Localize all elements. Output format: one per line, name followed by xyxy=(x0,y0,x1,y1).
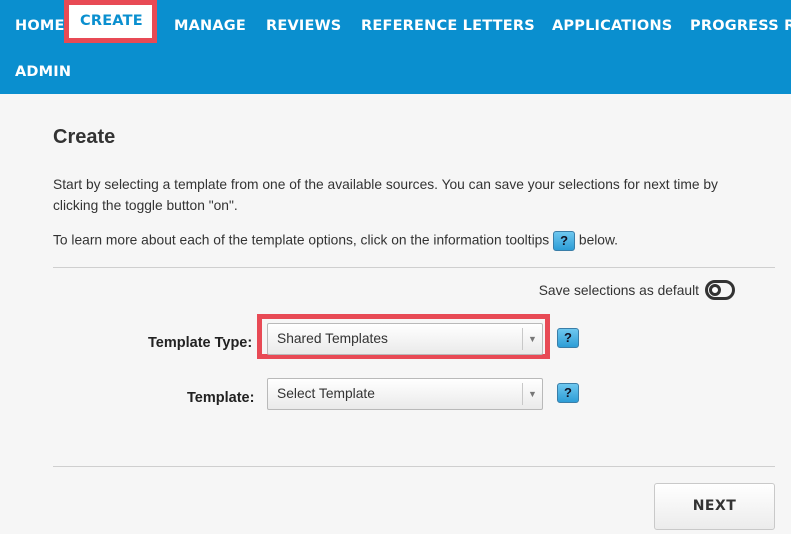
nav-home[interactable]: HOME xyxy=(15,17,65,35)
template-type-value: Shared Templates xyxy=(277,331,388,346)
divider-bottom xyxy=(53,466,775,467)
save-default-toggle[interactable] xyxy=(705,280,735,300)
toggle-knob xyxy=(709,284,721,296)
template-select[interactable]: Select Template ▼ xyxy=(267,378,543,410)
nav-manage[interactable]: MANAGE xyxy=(174,17,246,35)
top-navigation: HOME CREATE MANAGE REVIEWS REFERENCE LET… xyxy=(0,0,791,94)
save-default-label: Save selections as default xyxy=(538,282,699,298)
template-label: Template: xyxy=(187,390,255,406)
nav-reviews[interactable]: REVIEWS xyxy=(266,17,341,35)
intro-text: Start by selecting a template from one o… xyxy=(53,177,718,213)
template-type-select[interactable]: Shared Templates ▼ xyxy=(267,323,543,355)
page-title: Create xyxy=(53,126,116,148)
divider-top xyxy=(53,267,775,268)
nav-create[interactable]: CREATE xyxy=(64,0,157,43)
nav-applications[interactable]: APPLICATIONS xyxy=(552,17,672,35)
dropdown-arrow-icon: ▼ xyxy=(522,328,542,350)
template-help-icon[interactable]: ? xyxy=(557,383,579,403)
tooltip-hint-suffix: below. xyxy=(578,232,619,248)
next-button[interactable]: NEXT xyxy=(654,483,775,530)
template-type-help-icon[interactable]: ? xyxy=(557,328,579,348)
dropdown-arrow-icon: ▼ xyxy=(522,383,542,405)
help-icon: ? xyxy=(553,231,576,251)
nav-admin[interactable]: ADMIN xyxy=(15,63,71,81)
template-type-label: Template Type: xyxy=(148,335,253,351)
nav-progress-reports[interactable]: PROGRESS R xyxy=(690,17,791,35)
tooltip-hint: To learn more about each of the template… xyxy=(53,231,618,251)
save-default-control: Save selections as default xyxy=(539,280,735,300)
template-value: Select Template xyxy=(277,386,375,401)
main-content: Create Start by selecting a template fro… xyxy=(0,94,791,534)
nav-reference-letters[interactable]: REFERENCE LETTERS xyxy=(361,17,535,35)
tooltip-hint-text: To learn more about each of the template… xyxy=(53,232,550,248)
